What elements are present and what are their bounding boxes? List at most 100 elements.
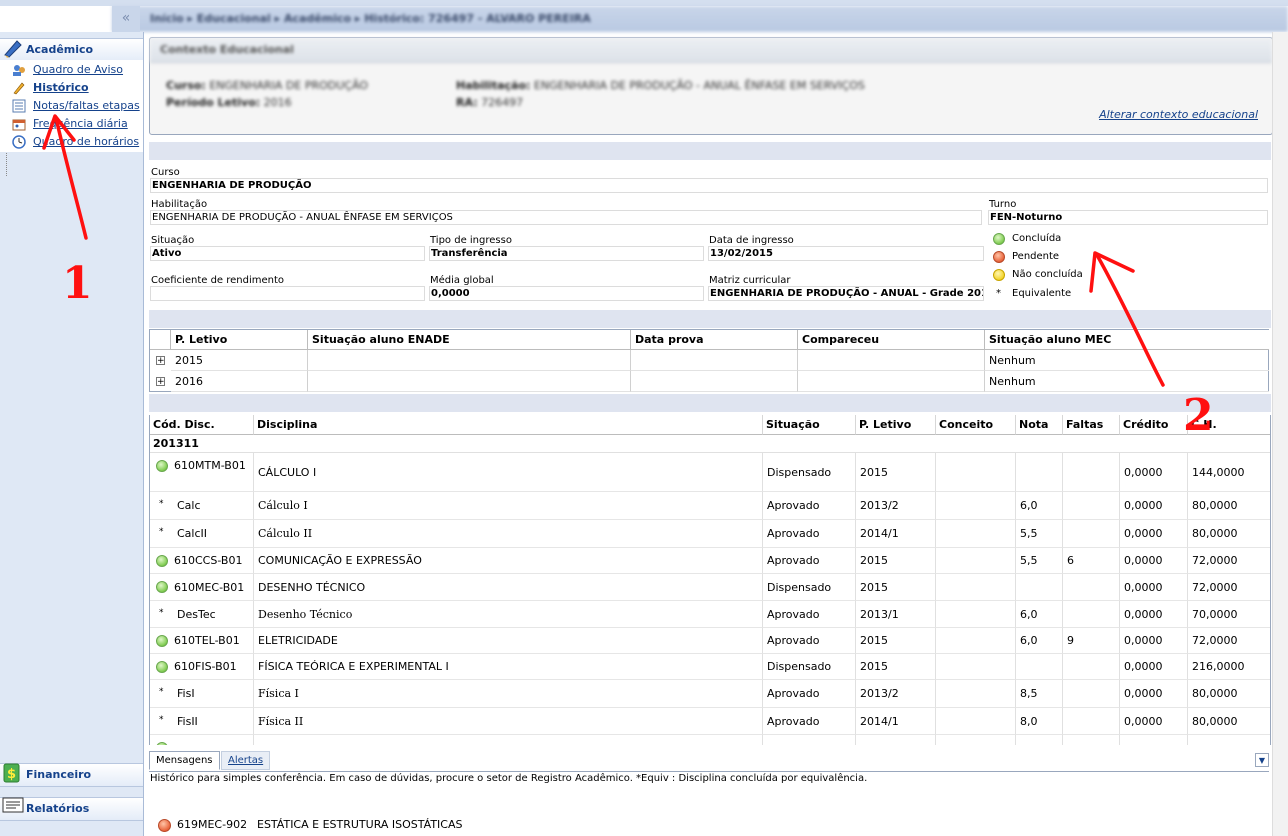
disc-periodo: 2015 [856,628,936,654]
sidebar-menu: Quadro de Aviso Histórico Notas/faltas e… [0,60,143,152]
sidebar-section-academico[interactable]: Acadêmico [0,38,143,62]
section-separator [149,394,1271,412]
sidebar-section-financeiro[interactable]: $ Financeiro [0,763,143,787]
disc-ch: 72,0000 [1188,574,1270,601]
collapse-sidebar-button[interactable]: « [112,6,140,32]
green-status-icon [156,661,168,673]
expand-icon[interactable]: + [156,356,165,366]
disc-credito: 0,0000 [1120,654,1188,680]
asterisk-icon: * [159,607,164,618]
situacao-label: Situação [151,235,195,246]
list-icon [12,99,26,113]
disc-faltas [1063,654,1120,680]
annotation-number-2: 2 [1183,390,1214,441]
situacao-value: Ativo [150,246,425,261]
disc-code: 610MTM [174,743,250,745]
context-ra: RA: 726497 [456,96,524,109]
table-row[interactable]: 619MEC-902 ESTÁTICA E ESTRUTURA ISOSTÁTI… [149,814,1269,836]
disc-conceito [936,708,1016,735]
page-scrollbar[interactable] [1272,32,1288,836]
expand-icon[interactable]: + [156,377,165,387]
money-icon: $ [2,762,22,784]
disc-periodo: 2014/1 [856,520,936,548]
disc-nota: 5,5 [1016,548,1063,574]
disc-code-cell: * FisII [150,708,254,735]
sidebar-item-label: Quadro de horários [33,135,140,148]
coeficiente-value [150,286,425,301]
disc-code: 610CCS-B01 [174,554,243,567]
grid-header-disciplina: Disciplina [254,415,763,435]
sidebar-item-historico[interactable]: Histórico [0,79,143,97]
data-ingresso-label: Data de ingresso [709,235,794,246]
messages-tabs: Mensagens Alertas ▼ [149,751,1269,772]
asterisk-icon: * [159,714,164,725]
tab-mensagens[interactable]: Mensagens [149,751,220,770]
tab-alertas[interactable]: Alertas [221,751,271,770]
enade-mec: Nenhum [985,371,1269,392]
disc-situacao: Aprovado [763,492,856,520]
grid-header-codigo: Cód. Disc. [150,415,254,435]
disc-code-cell: * DesTec [150,601,254,628]
svg-text:$: $ [7,767,16,782]
disc-ch: 80,0000 [1188,492,1270,520]
enade-compareceu [798,350,985,371]
sidebar-item-label: Frequência diária [33,117,128,130]
change-context-link[interactable]: Alterar contexto educacional [1099,108,1258,121]
context-habilitacao: Habilitação: ENGENHARIA DE PRODUÇÃO - AN… [456,79,865,92]
coeficiente-label: Coeficiente de rendimento [151,275,285,286]
context-header: Contexto Educacional [150,38,1272,63]
curso-label: Curso [151,167,180,178]
disc-name: ELETRICIDADE [254,628,763,654]
disc-situacao [763,735,856,745]
disc-nota: 6,0 [1016,601,1063,628]
disc-faltas [1063,680,1120,708]
disc-nota [1016,574,1063,601]
enade-mec: Nenhum [985,350,1269,371]
tipo-ingresso-label: Tipo de ingresso [430,235,512,246]
grid-header-conceito: Conceito [936,415,1016,435]
green-status-icon [156,555,168,567]
disc-ch: 144,0000 [1188,453,1270,492]
sidebar-item-frequencia[interactable]: Frequência diária [0,115,143,133]
disc-periodo: 2013/2 [856,680,936,708]
disc-code-cell: 610CCS-B01 [150,548,254,574]
enade-header-periodo: P. Letivo [171,330,308,350]
sidebar-section-relatorios[interactable]: Relatórios [0,797,143,821]
disc-code: 610MTM-B01 [174,459,246,472]
disc-conceito [936,492,1016,520]
sidebar-section-title: Financeiro [26,768,92,781]
sidebar-item-quadro-de-aviso[interactable]: Quadro de Aviso [0,61,143,79]
grid-group-header: 201311 [150,435,1270,453]
enade-data [631,371,798,392]
report-icon [2,796,24,818]
turno-value: FEN-Noturno [988,210,1268,225]
disc-situacao: Aprovado [763,520,856,548]
sidebar-item-notas-faltas[interactable]: Notas/faltas etapas [0,97,143,115]
disc-periodo: 2015 [856,574,936,601]
disc-conceito [936,453,1016,492]
disc-code: FisII [177,714,198,728]
disc-code-cell: * CalcII [150,520,254,548]
disc-credito: 0,0000 [1120,520,1188,548]
people-icon [12,63,26,77]
disc-credito: 0,0000 [1120,680,1188,708]
disc-periodo: 2015 [856,548,936,574]
sidebar-section-title: Acadêmico [26,43,94,56]
disc-name: ESTÁTICA E ESTRUTURA ISOSTÁTICAS [257,818,463,831]
disc-periodo: 2015 [856,654,936,680]
disc-conceito [936,654,1016,680]
sidebar-item-label: Histórico [33,81,89,94]
chevron-down-icon[interactable]: ▼ [1255,753,1269,767]
sidebar-section-title: Relatórios [26,802,90,815]
sidebar-item-quadro-horarios[interactable]: Quadro de horários [0,133,143,151]
disc-name: FÍSICA TEÓRICA E EXPERIMENTAL I [254,654,763,680]
context-curso: Curso: ENGENHARIA DE PRODUÇÃO [166,79,368,92]
annotation-number-1: 1 [62,258,93,309]
disc-faltas: 6 [1063,548,1120,574]
sidebar-item-label: Quadro de Aviso [33,63,124,76]
disc-code-cell: 610MTM [150,735,254,745]
red-status-icon [993,251,1005,263]
asterisk-icon: * [996,288,1001,299]
enade-data [631,350,798,371]
disc-situacao: Aprovado [763,548,856,574]
